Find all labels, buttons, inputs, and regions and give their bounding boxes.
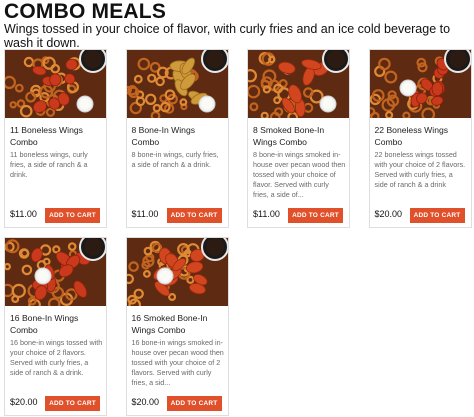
add-to-cart-button[interactable]: ADD TO CART xyxy=(166,396,222,411)
combo-price: $20.00 xyxy=(10,397,38,407)
combo-price: $11.00 xyxy=(10,209,37,219)
page-subtitle: Wings tossed in your choice of flavor, w… xyxy=(4,22,451,50)
food-photo[interactable] xyxy=(369,50,471,118)
page-title: COMBO MEALS xyxy=(4,0,167,23)
combo-name[interactable]: 11 Boneless Wings Combo xyxy=(10,124,102,148)
combo-description: 22 boneless wings tossed with your choic… xyxy=(374,150,466,189)
combo-description: 16 bone-in wings tossed with your choice… xyxy=(10,338,103,377)
food-photo[interactable] xyxy=(126,238,228,306)
food-photo[interactable] xyxy=(5,50,106,118)
combo-price: $20.00 xyxy=(374,209,403,219)
combo-card[interactable]: 22 Boneless Wings Combo 22 boneless wing… xyxy=(368,49,472,228)
add-to-cart-button[interactable]: ADD TO CART xyxy=(45,396,100,411)
combo-card[interactable]: 16 Bone-In Wings Combo 16 bone-in wings … xyxy=(4,237,107,416)
food-photo[interactable] xyxy=(5,238,106,306)
combo-card[interactable]: 16 Smoked Bone-In Wings Combo 16 bone-in… xyxy=(125,237,229,416)
combo-description: 16 bone-in wings smoked in-house over pe… xyxy=(131,338,224,387)
combo-card[interactable]: 8 Smoked Bone-In Wings Combo 8 bone-in w… xyxy=(247,49,350,228)
combo-name[interactable]: 16 Bone-In Wings Combo xyxy=(10,312,102,336)
combo-price: $11.00 xyxy=(253,209,280,219)
combo-grid: 11 Boneless Wings Combo 11 boneless wing… xyxy=(4,49,474,416)
add-to-cart-button[interactable]: ADD TO CART xyxy=(166,208,222,223)
combo-meals-page: COMBO MEALS Wings tossed in your choice … xyxy=(0,0,474,417)
food-photo[interactable] xyxy=(248,50,349,118)
add-to-cart-button[interactable]: ADD TO CART xyxy=(45,208,100,223)
combo-price: $11.00 xyxy=(131,209,159,219)
combo-name[interactable]: 8 Bone-In Wings Combo xyxy=(132,124,224,148)
combo-card[interactable]: 11 Boneless Wings Combo 11 boneless wing… xyxy=(4,49,107,228)
add-to-cart-button[interactable]: ADD TO CART xyxy=(409,208,465,223)
combo-description: 11 boneless wings, curly fries, a side o… xyxy=(10,150,88,179)
combo-name[interactable]: 16 Smoked Bone-In Wings Combo xyxy=(132,312,224,336)
food-photo[interactable] xyxy=(126,50,228,118)
add-to-cart-button[interactable]: ADD TO CART xyxy=(288,208,343,223)
combo-description: 8 bone-in wings smoked in-house over pec… xyxy=(253,150,346,199)
combo-price: $20.00 xyxy=(131,397,160,407)
combo-card[interactable]: 8 Bone-In Wings Combo 8 bone-in wings, c… xyxy=(125,49,229,228)
combo-name[interactable]: 8 Smoked Bone-In Wings Combo xyxy=(253,124,345,148)
combo-name[interactable]: 22 Boneless Wings Combo xyxy=(375,124,467,148)
combo-description: 8 bone-in wings, curly fries, a side of … xyxy=(131,150,219,169)
